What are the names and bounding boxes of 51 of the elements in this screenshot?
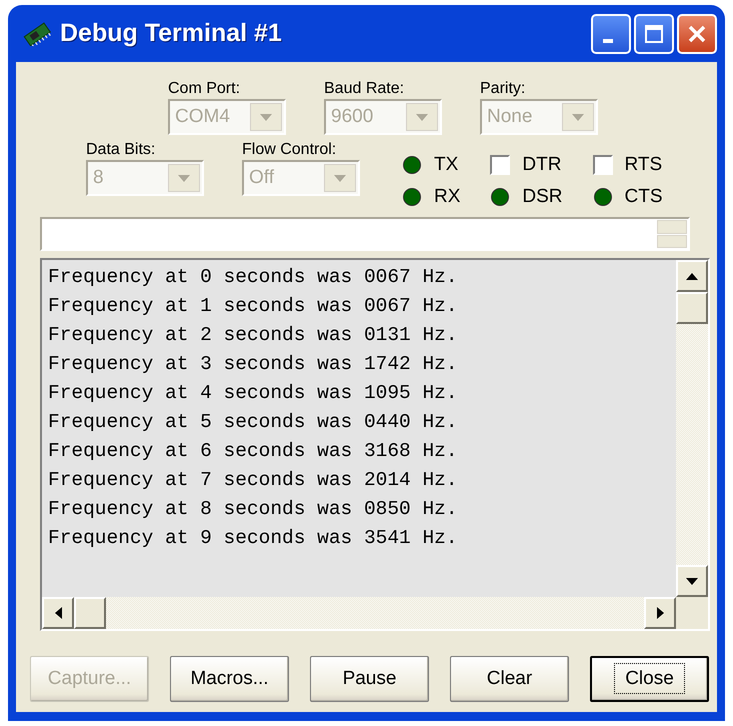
dialog-button[interactable]: Macros... — [170, 656, 289, 702]
caret-icon — [178, 174, 190, 182]
minimize-icon — [603, 38, 613, 42]
signal-label: DTR — [522, 154, 562, 176]
output-line: Frequency at 4 seconds was 1095 Hz. — [48, 381, 459, 406]
output-line: Frequency at 2 seconds was 0131 Hz. — [48, 323, 459, 348]
down-arrow-icon — [686, 578, 698, 584]
checkbox[interactable] — [490, 155, 510, 175]
close-button[interactable] — [677, 14, 717, 54]
vertical-scrollbar[interactable] — [676, 260, 708, 597]
scroll-down-button[interactable] — [676, 565, 708, 597]
caret-icon — [572, 114, 584, 120]
horizontal-scrollbar[interactable] — [42, 597, 676, 629]
signal-label: DSR — [522, 186, 563, 208]
output-line: Frequency at 7 seconds was 2014 Hz. — [48, 468, 459, 493]
output-line: Frequency at 8 seconds was 0850 Hz. — [48, 497, 459, 522]
maximize-button[interactable] — [634, 14, 674, 54]
left-arrow-icon — [54, 607, 62, 619]
window-title: Debug Terminal #1 — [60, 19, 283, 48]
signal-label: RTS — [624, 154, 662, 176]
maximize-icon — [643, 22, 665, 44]
output-line: Frequency at 0 seconds was 0067 Hz. — [48, 265, 459, 290]
signal-label: RX — [434, 186, 460, 208]
caret-icon — [416, 114, 428, 120]
scroll-right-button[interactable] — [644, 597, 676, 629]
input-field[interactable] — [40, 217, 690, 251]
dialog-button[interactable]: Clear — [450, 656, 569, 702]
output-line: Frequency at 5 seconds was 0440 Hz. — [48, 410, 459, 435]
right-arrow-icon — [656, 607, 664, 619]
minimize-button[interactable] — [591, 14, 631, 54]
checkbox[interactable] — [592, 155, 613, 175]
caret-icon — [334, 174, 346, 182]
field-label: Data Bits: — [86, 141, 156, 159]
scroll-left-button[interactable] — [42, 597, 74, 629]
field-label: Parity: — [480, 80, 526, 98]
scrollbar-thumb[interactable] — [74, 597, 106, 629]
output-line: Frequency at 9 seconds was 3541 Hz. — [48, 526, 459, 551]
field-label: Com Port: — [168, 80, 242, 98]
field-label: Flow Control: — [242, 141, 338, 159]
up-arrow-icon — [686, 272, 698, 280]
field-label: Baud Rate: — [324, 80, 406, 98]
dialog-button[interactable]: Pause — [310, 656, 429, 702]
output-line: Frequency at 3 seconds was 1742 Hz. — [48, 352, 459, 377]
output-line: Frequency at 1 seconds was 0067 Hz. — [48, 294, 459, 319]
dialog-button[interactable]: Close — [590, 656, 709, 702]
caret-icon — [260, 114, 272, 120]
output-line: Frequency at 6 seconds was 3168 Hz. — [48, 439, 459, 464]
signal-label: CTS — [624, 186, 663, 208]
scrollbar-thumb[interactable] — [676, 292, 708, 324]
scroll-up-button[interactable] — [676, 260, 708, 292]
signal-label: TX — [434, 154, 458, 176]
